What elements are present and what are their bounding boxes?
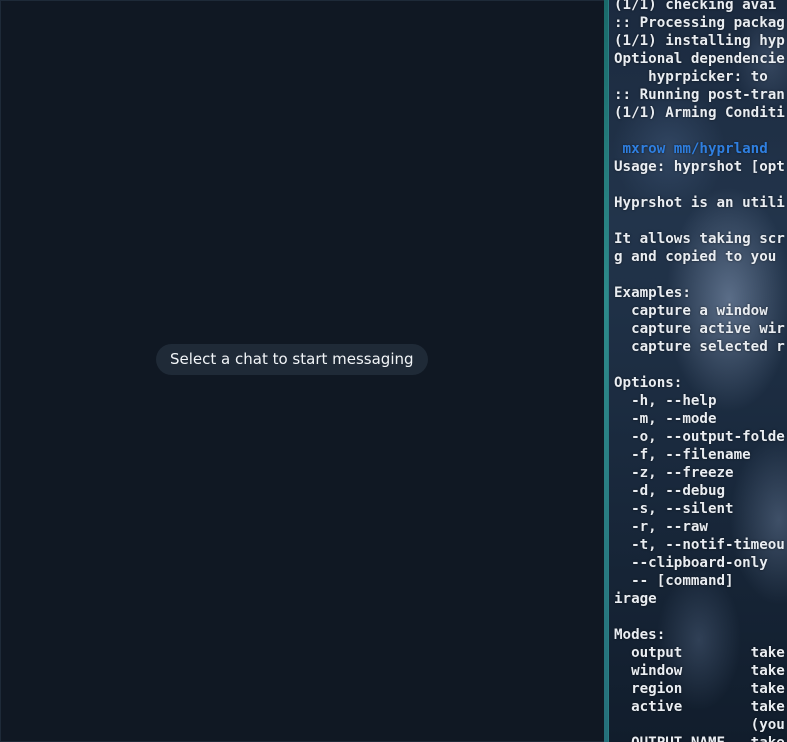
terminal-output: (1/1) checking avai:: Processing packag(… — [614, 0, 785, 742]
terminal-line: Options: — [614, 375, 683, 391]
terminal-prompt-line: mxrow mm/hyprland — [614, 141, 768, 157]
terminal-line: output take — [614, 645, 785, 661]
terminal-line: --clipboard-only — [614, 555, 768, 571]
terminal-line: -o, --output-folde — [614, 429, 785, 445]
terminal-line: capture selected r — [614, 339, 785, 355]
terminal-line: -r, --raw — [614, 519, 708, 535]
terminal-line: Optional dependencie — [614, 51, 785, 67]
terminal-line: Usage: hyprshot [opt — [614, 159, 785, 175]
terminal-line: (1/1) Arming Conditi — [614, 105, 785, 121]
terminal-line: -s, --silent — [614, 501, 734, 517]
chat-window[interactable]: Select a chat to start messaging — [0, 0, 606, 742]
terminal-line: irage — [614, 591, 657, 607]
terminal-line: -m, --mode — [614, 411, 717, 427]
terminal-line: Examples: — [614, 285, 691, 301]
terminal-line: g and copied to you — [614, 249, 777, 265]
terminal-line: capture a window — [614, 303, 768, 319]
terminal-line: -d, --debug — [614, 483, 726, 499]
terminal-line: window take — [614, 663, 785, 679]
terminal-line: -t, --notif-timeou — [614, 537, 785, 553]
terminal-line: capture active wir — [614, 321, 785, 337]
terminal-line: (you — [614, 717, 785, 733]
terminal-line: :: Processing packag — [614, 15, 785, 31]
terminal-line: hyprpicker: to — [614, 69, 777, 85]
terminal-line: :: Running post-tran — [614, 87, 785, 103]
terminal-window[interactable]: (1/1) checking avai:: Processing packag(… — [608, 0, 787, 742]
terminal-line: (1/1) checking avai — [614, 0, 777, 13]
terminal-line: -- [command] — [614, 573, 734, 589]
terminal-line: Hyprshot is an utili — [614, 195, 785, 211]
terminal-line: It allows taking scr — [614, 231, 785, 247]
terminal-line: active take — [614, 699, 785, 715]
terminal-line: -h, --help — [614, 393, 717, 409]
empty-chat-placeholder: Select a chat to start messaging — [156, 344, 428, 375]
terminal-line: Modes: — [614, 627, 666, 643]
desktop: Select a chat to start messaging (1/1) c… — [0, 0, 787, 742]
terminal-line: -f, --filename — [614, 447, 751, 463]
terminal-line: region take — [614, 681, 785, 697]
terminal-line: -z, --freeze — [614, 465, 734, 481]
terminal-line: OUTPUT_NAME take — [614, 734, 785, 742]
terminal-line: (1/1) installing hyp — [614, 33, 785, 49]
